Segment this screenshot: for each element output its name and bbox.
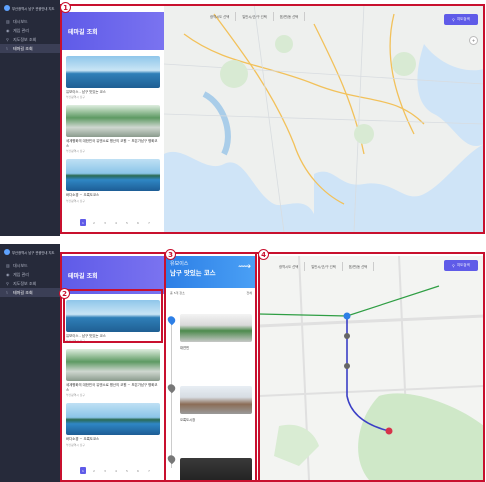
annotation-box — [63, 289, 163, 343]
sidebar-item-label: 게임 관리 — [13, 27, 29, 33]
logo-icon — [4, 5, 10, 11]
annotation-badge: 1 — [60, 2, 71, 13]
sidebar-item-label: 테마길 조회 — [13, 289, 33, 295]
sidebar-item-map-info[interactable]: ⚲ 지도정보 조회 — [0, 279, 60, 288]
map-pin-icon: ⚲ — [6, 36, 9, 42]
sidebar-item-theme-road[interactable]: ⌇ 테마길 조회 — [0, 288, 60, 297]
sidebar-item-label: 대시보드 — [13, 18, 28, 24]
brand-title: 부산광역시 남구 관광안내 지도 — [12, 250, 55, 255]
sidebar-item-label: 게임 관리 — [13, 271, 29, 277]
sidebar-item-theme-road[interactable]: ⌇ 테마길 조회 — [0, 44, 60, 53]
sidebar-item-map-info[interactable]: ⚲ 지도정보 조회 — [0, 35, 60, 44]
annotation-box — [258, 252, 485, 482]
brand: 부산광역시 남구 관광안내 지도 — [0, 0, 60, 13]
sidebar-item-dashboard[interactable]: ▥ 대시보드 — [0, 17, 60, 26]
annotation-badge: 4 — [258, 249, 269, 260]
annotation-badge: 2 — [59, 288, 70, 299]
screen-course-detail: 부산광역시 남구 관광안내 지도 ▥ 대시보드 ◉ 게임 관리 ⚲ 지도정보 조회 ⌇… — [0, 244, 486, 482]
brand: 부산광역시 남구 관광안내 지도 — [0, 244, 60, 257]
sidebar-item-game[interactable]: ◉ 게임 관리 — [0, 26, 60, 35]
brand-title: 부산광역시 남구 관광안내 지도 — [12, 6, 55, 11]
annotation-box — [60, 4, 485, 234]
gamepad-icon: ◉ — [6, 271, 10, 277]
logo-icon — [4, 249, 10, 255]
gamepad-icon: ◉ — [6, 27, 10, 33]
route-icon: ⌇ — [6, 289, 8, 295]
sidebar-item-game[interactable]: ◉ 게임 관리 — [0, 270, 60, 279]
chart-icon: ▥ — [6, 18, 10, 24]
sidebar-item-label: 지도정보 조회 — [13, 36, 37, 42]
sidebar-item-label: 지도정보 조회 — [13, 280, 37, 286]
sidebar: 부산광역시 남구 관광안내 지도 ▥ 대시보드 ◉ 게임 관리 ⚲ 지도정보 조회 ⌇… — [0, 0, 60, 236]
sidebar-item-label: 테마길 조회 — [13, 45, 33, 51]
annotation-box — [164, 252, 257, 482]
map-pin-icon: ⚲ — [6, 280, 9, 286]
route-icon: ⌇ — [6, 45, 8, 51]
sidebar-item-dashboard[interactable]: ▥ 대시보드 — [0, 261, 60, 270]
chart-icon: ▥ — [6, 262, 10, 268]
annotation-badge: 3 — [165, 249, 176, 260]
sidebar: 부산광역시 남구 관광안내 지도 ▥ 대시보드 ◉ 게임 관리 ⚲ 지도정보 조회 ⌇… — [0, 244, 60, 482]
screen-theme-overview: 부산광역시 남구 관광안내 지도 ▥ 대시보드 ◉ 게임 관리 ⚲ 지도정보 조회 ⌇… — [0, 0, 486, 236]
sidebar-item-label: 대시보드 — [13, 262, 28, 268]
